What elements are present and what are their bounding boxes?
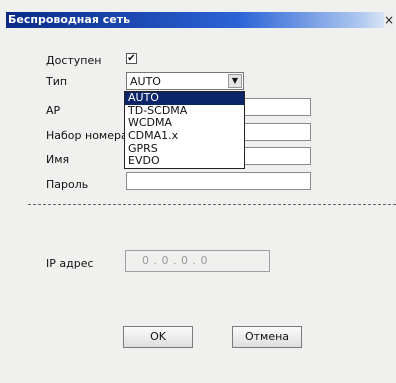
wireless-network-dialog: Беспроводная сеть × Доступен ✔ Тип AUTO …	[0, 0, 396, 383]
type-option[interactable]: AUTO	[125, 91, 244, 105]
enabled-label: Доступен	[46, 54, 102, 67]
enabled-checkbox[interactable]: ✔	[126, 53, 137, 64]
type-option[interactable]: EVDO	[125, 155, 244, 168]
type-select[interactable]: AUTO ▼	[126, 72, 244, 90]
close-icon[interactable]: ×	[384, 12, 394, 28]
dial-label: Набор номера	[46, 129, 128, 142]
ip-address-field[interactable]: 0 . 0 . 0 . 0	[125, 250, 270, 272]
ip-label: IP адрес	[46, 257, 94, 270]
ok-button[interactable]: OK	[123, 326, 193, 348]
type-option[interactable]: CDMA1.x	[125, 129, 244, 143]
divider	[28, 204, 396, 205]
type-select-value: AUTO	[130, 75, 161, 88]
type-dropdown-list: AUTO TD-SCDMA WCDMA CDMA1.x GPRS EVDO	[124, 91, 245, 169]
chevron-down-icon[interactable]: ▼	[228, 74, 242, 88]
password-label: Пароль	[46, 178, 89, 191]
password-field[interactable]	[126, 172, 311, 190]
window-title: Беспроводная сеть	[8, 13, 131, 26]
cancel-button[interactable]: Отмена	[232, 326, 302, 348]
ap-label: AP	[46, 104, 61, 117]
name-label: Имя	[46, 153, 70, 166]
title-bar: Беспроводная сеть ×	[6, 12, 394, 28]
type-label: Тип	[46, 75, 68, 88]
